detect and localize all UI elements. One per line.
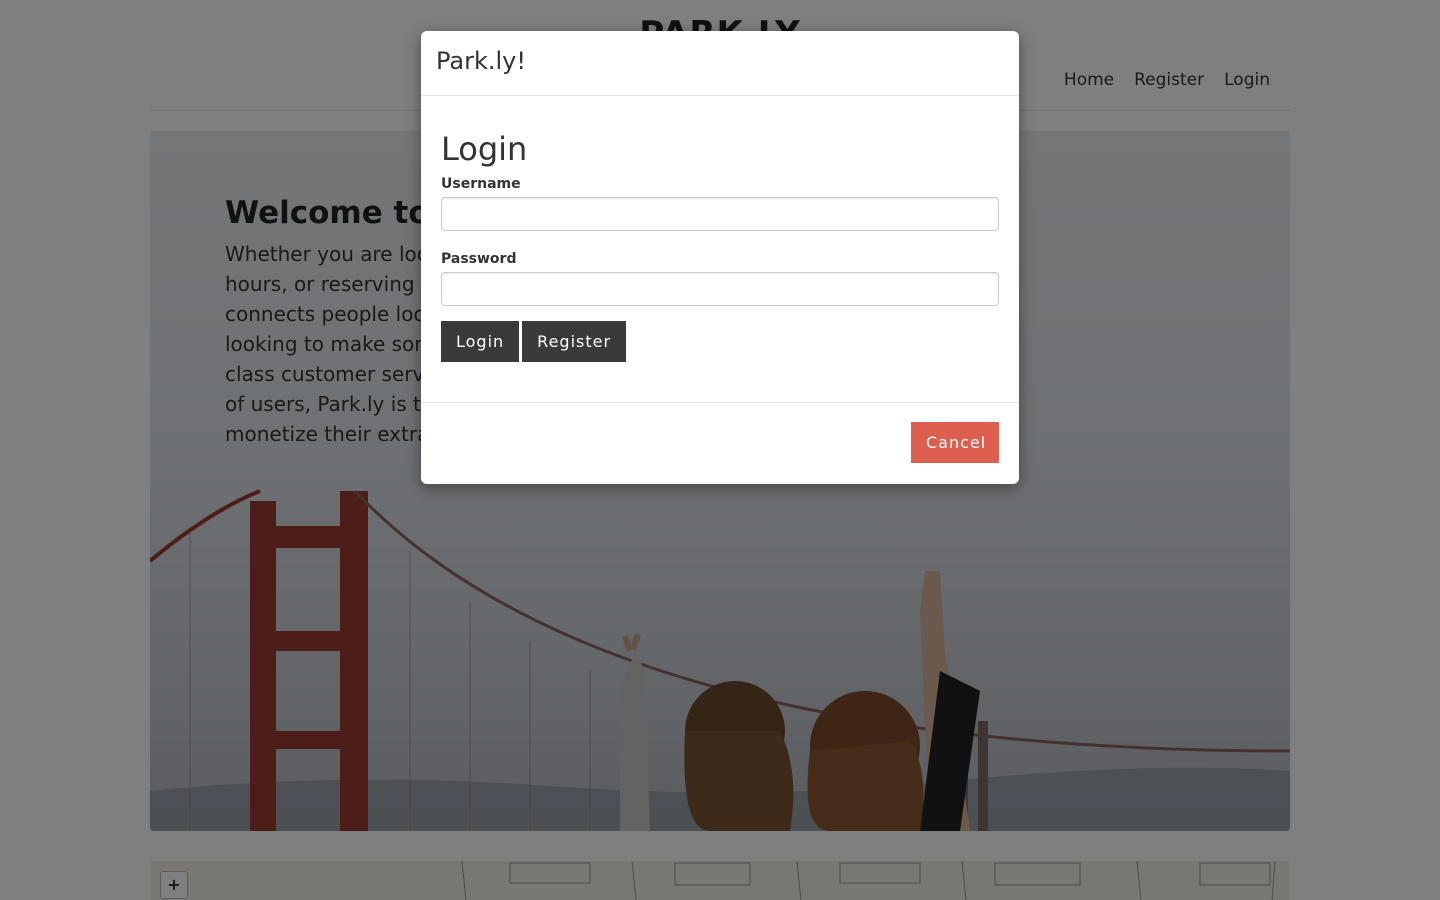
- login-button[interactable]: Login: [441, 321, 520, 362]
- username-input[interactable]: [441, 197, 999, 231]
- cancel-button[interactable]: Cancel: [911, 422, 999, 463]
- password-input[interactable]: [441, 272, 999, 306]
- username-label: Username: [441, 176, 521, 192]
- modal-header: Park.ly!: [421, 31, 1019, 96]
- login-heading: Login: [441, 130, 528, 168]
- login-modal: Park.ly! Login Username Password Login R…: [421, 31, 1019, 484]
- modal-title: Park.ly!: [436, 47, 526, 75]
- register-button[interactable]: Register: [522, 321, 627, 362]
- modal-body: Login Username Password Login Register: [421, 96, 1019, 403]
- password-label: Password: [441, 251, 517, 267]
- modal-footer: Cancel: [421, 403, 1019, 483]
- form-actions: Login Register: [441, 321, 999, 362]
